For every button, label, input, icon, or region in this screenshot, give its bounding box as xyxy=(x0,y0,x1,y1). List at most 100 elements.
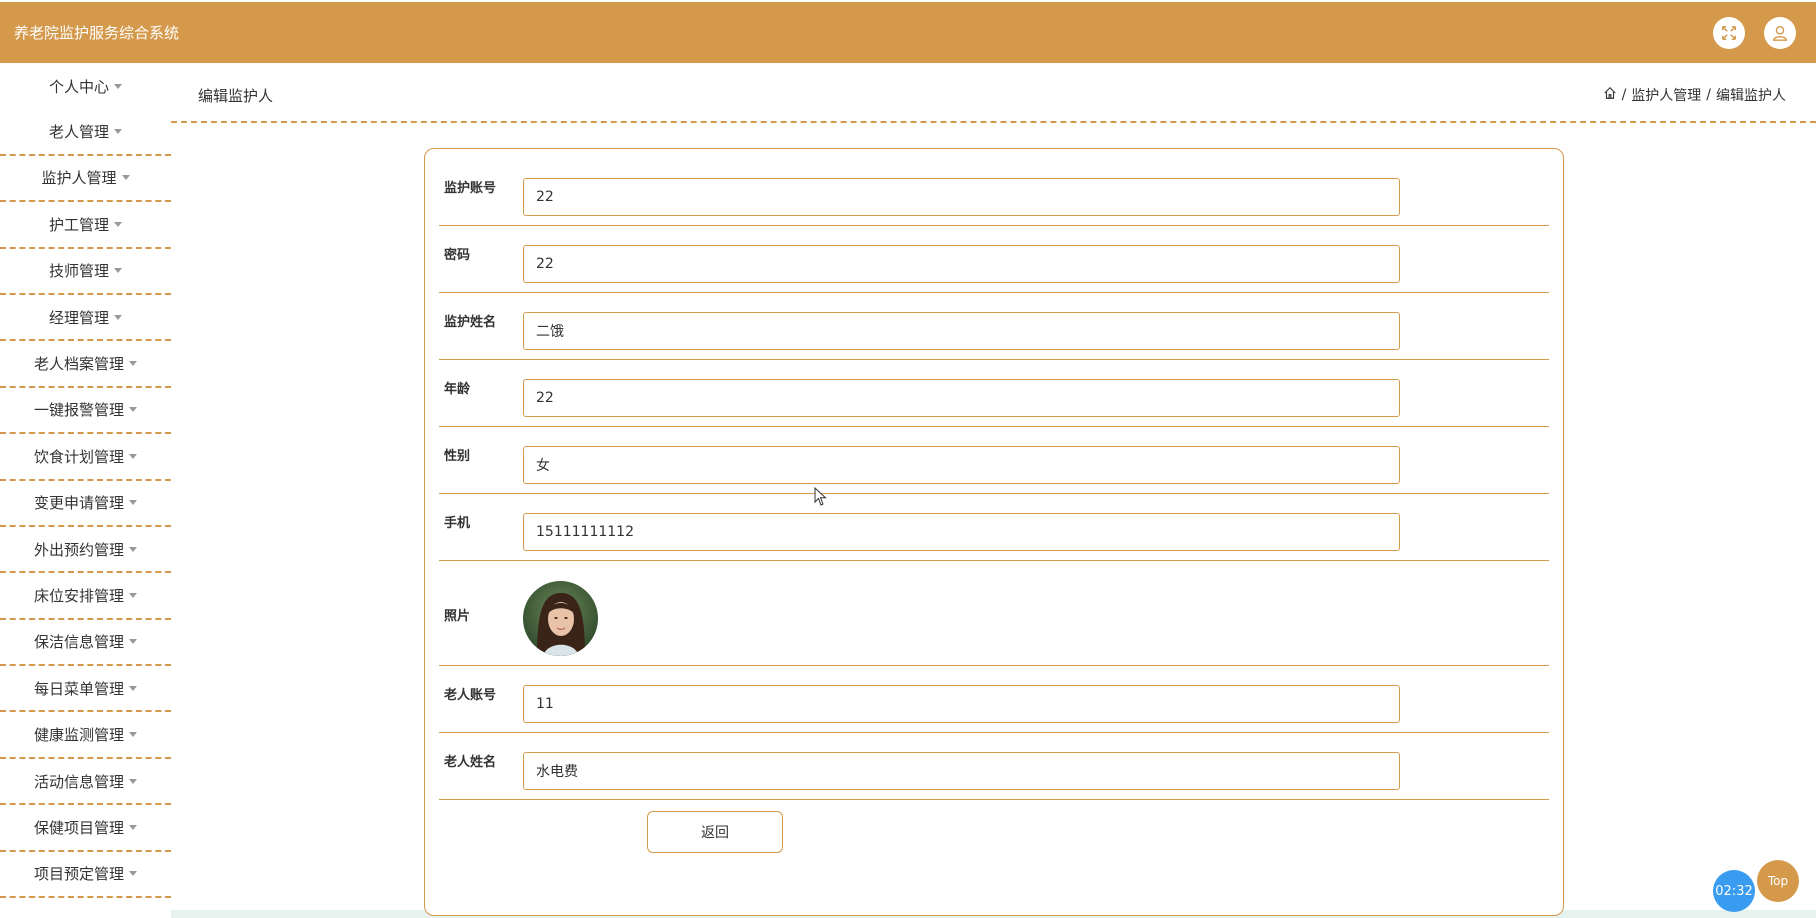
sidebar-item-label: 一键报警管理 xyxy=(33,401,124,420)
breadcrumb-section[interactable]: 监护人管理 xyxy=(1631,85,1701,105)
user-icon xyxy=(1773,26,1787,41)
breadcrumb-home[interactable] xyxy=(1603,86,1617,104)
form-row-photo: 照片 xyxy=(439,561,1549,666)
breadcrumb: / 监护人管理 / 编辑监护人 xyxy=(1603,85,1786,105)
caret-down-icon xyxy=(129,778,137,784)
sidebar-item-label: 技师管理 xyxy=(48,262,109,281)
caret-down-icon xyxy=(114,83,122,89)
caret-down-icon xyxy=(121,175,130,181)
sidebar-item-label: 老人档案管理 xyxy=(33,355,124,374)
sidebar-item-label: 床位安排管理 xyxy=(33,586,124,605)
caret-down-icon xyxy=(129,407,137,413)
form-row-age: 年龄 22 xyxy=(439,360,1549,427)
form-row-phone: 手机 15111111112 xyxy=(439,494,1549,561)
session-timer: 02:32 xyxy=(1713,870,1755,912)
caret-down-icon xyxy=(129,500,137,506)
sidebar-item-caregiver[interactable]: 护工管理 xyxy=(0,202,171,249)
field-label: 老人姓名 xyxy=(444,755,497,770)
field-label: 监护账号 xyxy=(444,181,497,196)
sidebar-item-label: 保洁信息管理 xyxy=(33,633,124,652)
mouse-cursor-icon xyxy=(814,487,827,506)
expand-icon xyxy=(1721,25,1737,41)
sidebar-item-label: 外出预约管理 xyxy=(33,540,124,559)
sidebar-item-guardian[interactable]: 监护人管理 xyxy=(0,156,171,203)
content-topbar: 编辑监护人 / 监护人管理 / 编辑监护人 xyxy=(171,63,1816,123)
age-input[interactable]: 22 xyxy=(523,379,1400,417)
sidebar-item-label: 保健项目管理 xyxy=(33,818,124,837)
sidebar-item-change-request[interactable]: 变更申请管理 xyxy=(0,481,171,527)
sidebar-menu: 个人中心 老人管理 监护人管理 护工管理 技师管理 经理管理 老人档案管理 一键… xyxy=(0,63,171,918)
sidebar-item-label: 监护人管理 xyxy=(41,169,117,188)
sidebar-item-manager[interactable]: 经理管理 xyxy=(0,295,171,342)
breadcrumb-separator: / xyxy=(1706,87,1711,103)
sidebar-item-label: 项目预定管理 xyxy=(33,865,124,884)
sidebar-item-daily-menu[interactable]: 每日菜单管理 xyxy=(0,666,171,713)
user-button[interactable] xyxy=(1764,17,1796,49)
caret-down-icon xyxy=(114,129,122,135)
caret-down-icon xyxy=(114,268,122,274)
caret-down-icon xyxy=(129,361,137,367)
field-label: 密码 xyxy=(444,248,471,263)
caret-down-icon xyxy=(129,453,137,459)
sidebar-item-label: 每日菜单管理 xyxy=(33,679,124,698)
caret-down-icon xyxy=(129,546,137,552)
home-icon xyxy=(1603,86,1616,99)
sidebar-item-project-booking[interactable]: 项目预定管理 xyxy=(0,852,171,899)
sidebar-item-healthcare-project[interactable]: 保健项目管理 xyxy=(0,805,171,852)
sidebar-item-label: 经理管理 xyxy=(48,308,109,327)
gender-input[interactable]: 女 xyxy=(523,446,1400,484)
sidebar-item-label: 健康监测管理 xyxy=(33,726,124,745)
sidebar-item-outing[interactable]: 外出预约管理 xyxy=(0,527,171,574)
caret-down-icon xyxy=(114,221,122,227)
sidebar-item-diet-plan[interactable]: 饮食计划管理 xyxy=(0,434,171,481)
guardian-account-input[interactable]: 22 xyxy=(523,178,1400,216)
field-label: 老人账号 xyxy=(444,688,497,703)
caret-down-icon xyxy=(129,685,137,691)
sidebar-item-elder-archive[interactable]: 老人档案管理 xyxy=(0,341,171,388)
password-input[interactable]: 22 xyxy=(523,245,1400,283)
form-row-password: 密码 22 xyxy=(439,226,1549,293)
sidebar-item-alarm[interactable]: 一键报警管理 xyxy=(0,388,171,435)
phone-input[interactable]: 15111111112 xyxy=(523,513,1400,551)
guardian-name-input[interactable]: 二饿 xyxy=(523,312,1400,350)
back-button[interactable]: 返回 xyxy=(647,811,783,853)
field-label: 性别 xyxy=(444,449,471,464)
form-row-gender: 性别 女 xyxy=(439,427,1549,494)
sidebar-item-label: 个人中心 xyxy=(48,77,109,96)
form-row-elder-account: 老人账号 11 xyxy=(439,666,1549,733)
field-label: 年龄 xyxy=(444,382,471,397)
caret-down-icon xyxy=(129,639,137,645)
sidebar-item-label: 变更申请管理 xyxy=(33,494,124,513)
sidebar-item-label: 活动信息管理 xyxy=(33,772,124,791)
field-label: 监护姓名 xyxy=(444,315,497,330)
sidebar-item-bed[interactable]: 床位安排管理 xyxy=(0,573,171,620)
form-row-elder-name: 老人姓名 水电费 xyxy=(439,733,1549,800)
sidebar-item-label: 饮食计划管理 xyxy=(33,447,124,466)
sidebar-item-activity[interactable]: 活动信息管理 xyxy=(0,759,171,806)
sidebar-item-personal-center[interactable]: 个人中心 xyxy=(0,63,171,109)
form-row-account: 监护账号 22 xyxy=(439,149,1549,226)
sidebar-item-elder[interactable]: 老人管理 xyxy=(0,109,171,156)
form-row-guardian-name: 监护姓名 二饿 xyxy=(439,293,1549,360)
field-label: 手机 xyxy=(444,516,471,531)
sidebar-item-health-monitor[interactable]: 健康监测管理 xyxy=(0,712,171,759)
fullscreen-button[interactable] xyxy=(1713,17,1745,49)
page-title: 编辑监护人 xyxy=(198,87,274,105)
sidebar-item-label: 老人管理 xyxy=(48,123,109,142)
breadcrumb-separator: / xyxy=(1621,87,1627,103)
app-header: 养老院监护服务综合系统 xyxy=(0,2,1816,63)
elder-account-input[interactable]: 11 xyxy=(523,685,1400,723)
caret-down-icon xyxy=(129,871,137,877)
app-title: 养老院监护服务综合系统 xyxy=(14,24,180,42)
back-to-top-button[interactable]: Top xyxy=(1757,860,1799,902)
caret-down-icon xyxy=(129,732,137,738)
caret-down-icon xyxy=(114,314,122,320)
caret-down-icon xyxy=(129,592,137,598)
elder-name-input[interactable]: 水电费 xyxy=(523,752,1400,790)
guardian-photo[interactable] xyxy=(523,581,598,656)
sidebar-item-cleaning[interactable]: 保洁信息管理 xyxy=(0,620,171,667)
caret-down-icon xyxy=(129,824,137,830)
field-label: 照片 xyxy=(444,609,471,624)
sidebar-item-technician[interactable]: 技师管理 xyxy=(0,249,171,295)
sidebar-item-label: 护工管理 xyxy=(48,215,109,234)
